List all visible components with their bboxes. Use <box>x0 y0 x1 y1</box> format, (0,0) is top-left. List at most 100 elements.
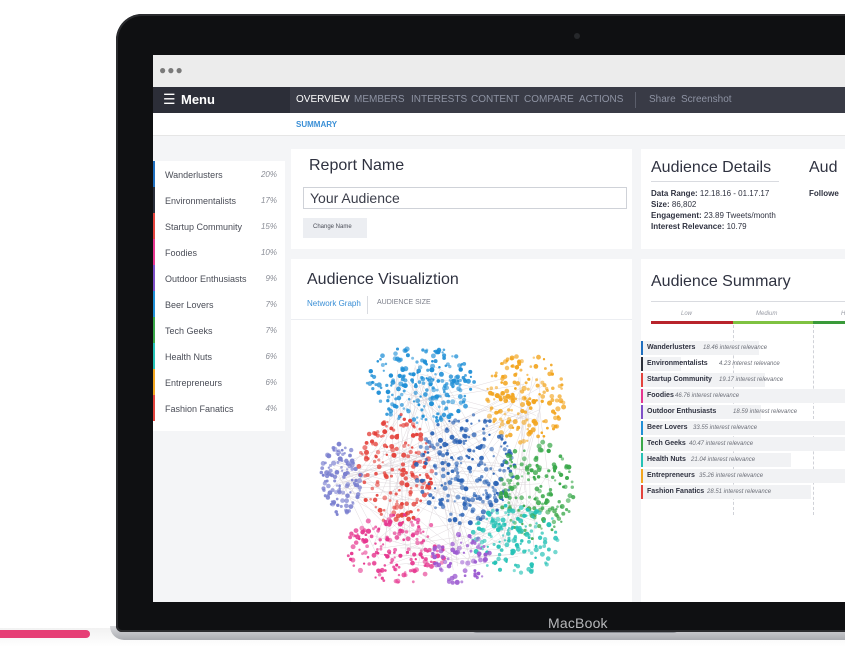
network-node <box>448 374 454 379</box>
sidebar-item-wanderlusters[interactable]: Wanderlusters 20% <box>153 161 285 187</box>
network-node <box>496 544 501 549</box>
network-node <box>353 528 359 533</box>
summary-row-health-nuts[interactable]: Health Nuts 21.04 interest relevance <box>641 453 791 467</box>
network-node <box>552 464 558 470</box>
sidebar-item-beer-lovers[interactable]: Beer Lovers 7% <box>153 291 285 317</box>
summary-row-tech-geeks[interactable]: Tech Geeks 40.47 interest relevance <box>641 437 845 451</box>
network-node <box>438 437 443 443</box>
network-node <box>514 474 520 480</box>
network-node <box>382 495 388 501</box>
network-node <box>507 538 511 543</box>
network-node <box>509 355 515 361</box>
sidebar-item-tech-geeks[interactable]: Tech Geeks 7% <box>153 317 285 343</box>
network-node <box>385 537 390 542</box>
summary-row-outdoor-enthusiasts[interactable]: Outdoor Enthusiasts 18.59 interest releva… <box>641 405 797 419</box>
network-node <box>506 508 512 514</box>
sidebar-item-outdoor-enthusiasts[interactable]: Outdoor Enthusiasts 9% <box>153 265 285 291</box>
sidebar-item-label: Fashion Fanatics <box>165 404 234 414</box>
sidebar-item-environmentalists[interactable]: Environmentalists 17% <box>153 187 285 213</box>
network-node <box>366 431 372 437</box>
network-node <box>369 497 372 501</box>
network-node <box>514 354 519 359</box>
network-node <box>454 461 459 466</box>
network-node <box>324 461 327 465</box>
network-node <box>544 562 549 567</box>
network-node <box>470 507 476 513</box>
summary-row-fashion-fanatics[interactable]: Fashion Fanatics 28.51 interest relevance <box>641 485 811 499</box>
sidebar-item-entrepreneurs[interactable]: Entrepreneurs 6% <box>153 369 285 395</box>
network-node <box>439 417 444 422</box>
tab-members[interactable]: MEMBERS <box>354 94 405 105</box>
network-node <box>483 467 489 472</box>
window-controls[interactable]: ●●● <box>159 63 184 77</box>
change-name-button[interactable]: Change Name <box>303 218 367 238</box>
network-node <box>437 405 441 409</box>
network-node <box>376 548 379 551</box>
network-node <box>421 414 425 418</box>
network-node <box>457 394 463 400</box>
network-node <box>467 499 471 503</box>
network-node <box>476 526 482 531</box>
tab-content[interactable]: CONTENT <box>471 94 519 105</box>
summary-row-entrepreneurs[interactable]: Entrepreneurs 35.26 interest relevance <box>641 469 845 483</box>
network-node <box>364 440 369 445</box>
network-node <box>547 442 553 448</box>
network-node <box>497 552 502 557</box>
menu-button[interactable]: ☰ Menu <box>153 87 290 113</box>
network-node <box>512 380 517 385</box>
sidebar-item-health-nuts[interactable]: Health Nuts 6% <box>153 343 285 369</box>
network-node <box>516 359 522 364</box>
network-node <box>402 444 407 448</box>
summary-row-wanderlusters[interactable]: Wanderlusters 18.46 interest relevance <box>641 341 767 355</box>
summary-row-beer-lovers[interactable]: Beer Lovers 33.55 interest relevance <box>641 421 845 435</box>
network-node <box>395 563 399 567</box>
summary-row-foodies[interactable]: Foodies 46.76 interest relevance <box>641 389 845 403</box>
summary-row-environmentalists[interactable]: Environmentalists 4.23 interest relevance <box>641 357 780 371</box>
network-node <box>347 471 350 475</box>
network-node <box>472 449 476 453</box>
network-node <box>376 390 381 395</box>
summary-tab[interactable]: SUMMARY <box>296 120 337 129</box>
network-node <box>507 408 511 412</box>
summary-row-startup-community[interactable]: Startup Community 19.17 interest relevanc… <box>641 373 783 387</box>
network-node <box>403 476 408 481</box>
network-node <box>536 475 541 479</box>
share-link[interactable]: Share <box>649 94 676 105</box>
tab-actions[interactable]: ACTIONS <box>579 94 623 105</box>
network-node <box>345 493 350 499</box>
network-node <box>443 482 447 485</box>
network-node <box>345 482 351 487</box>
sidebar-item-fashion-fanatics[interactable]: Fashion Fanatics 4% <box>153 395 285 421</box>
network-node <box>537 535 543 540</box>
network-node <box>497 567 503 572</box>
network-node <box>384 569 387 572</box>
sidebar-item-foodies[interactable]: Foodies 10% <box>153 239 285 265</box>
network-node <box>457 363 462 368</box>
network-node <box>485 564 489 567</box>
tab-interests[interactable]: INTERESTS <box>411 94 467 105</box>
sidebar-item-percent: 10% <box>260 248 277 257</box>
network-node <box>448 419 451 423</box>
report-name-input[interactable]: Your Audience <box>303 187 627 209</box>
network-node <box>394 535 400 540</box>
network-node <box>473 541 477 546</box>
tab-network-graph[interactable]: Network Graph <box>307 299 361 308</box>
network-node <box>365 381 369 385</box>
tab-audience-size[interactable]: AUDIENCE SIZE <box>377 299 431 306</box>
tab-compare[interactable]: COMPARE <box>524 94 574 105</box>
network-node <box>523 528 527 533</box>
network-node <box>377 507 383 513</box>
network-node <box>399 402 404 407</box>
network-node <box>546 522 552 528</box>
screenshot-link[interactable]: Screenshot <box>681 94 732 105</box>
network-node <box>492 455 495 458</box>
network-node <box>338 484 341 488</box>
network-node <box>455 494 461 500</box>
tab-overview[interactable]: OVERVIEW <box>296 94 350 105</box>
sidebar-item-startup-community[interactable]: Startup Community 15% <box>153 213 285 239</box>
network-graph[interactable] <box>311 339 611 599</box>
network-node <box>446 557 450 561</box>
network-node <box>389 474 394 478</box>
network-node <box>402 417 406 421</box>
network-node <box>516 412 520 416</box>
